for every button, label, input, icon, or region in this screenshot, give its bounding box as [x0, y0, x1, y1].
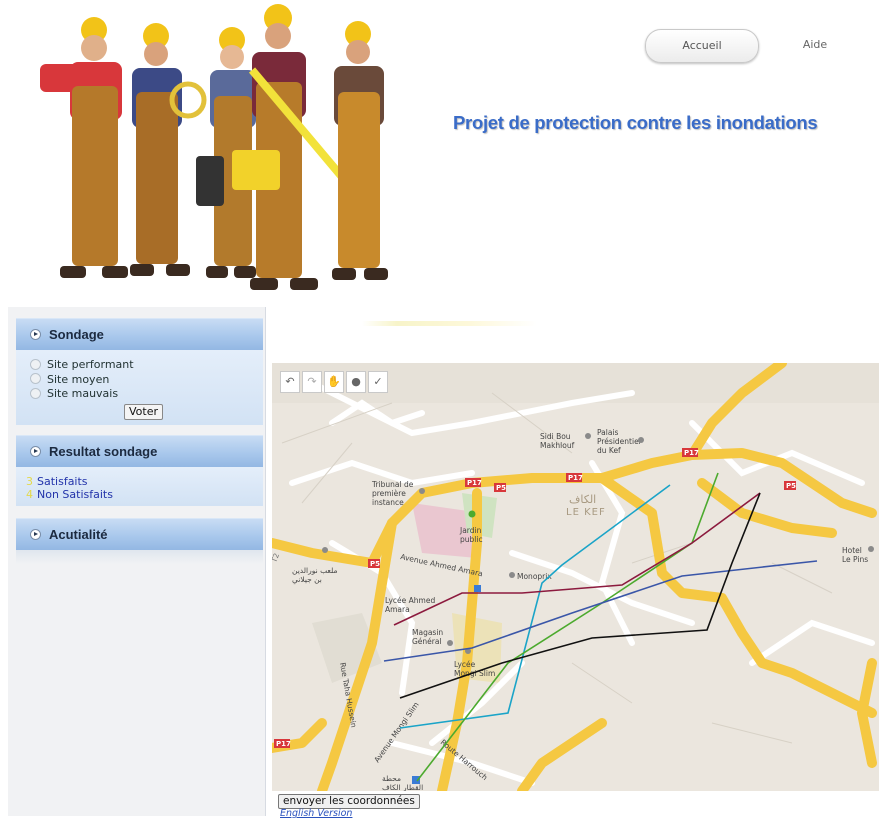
- worker-figure: [130, 23, 207, 276]
- resultat-title: Resultat sondage: [49, 444, 158, 459]
- nav-aide-link[interactable]: Aide: [790, 29, 840, 61]
- worker-figure: [40, 17, 128, 278]
- road-badge: P5: [786, 482, 796, 490]
- map-label-jardin: Jardin public: [459, 526, 483, 544]
- radio-icon[interactable]: [30, 387, 41, 399]
- sondage-title: Sondage: [49, 327, 104, 342]
- poll-option-label: Site performant: [47, 358, 134, 371]
- road-badge: P5: [496, 484, 506, 492]
- result-link-satisfaits[interactable]: Satisfaits: [37, 475, 88, 488]
- map-canvas[interactable]: P17 P5 P17 P17 P5 P17 P5 Sidi Bou Makhlou…: [272, 363, 879, 791]
- actualite-title: Acutialité: [49, 527, 108, 542]
- bullet-arrow-icon: [30, 529, 41, 541]
- road-badge: P17: [684, 449, 699, 457]
- road-badge: P17: [568, 474, 583, 482]
- sidebar: Sondage Site performant Site moyen Site …: [8, 307, 266, 816]
- actualite-header[interactable]: Acutialité: [16, 518, 263, 550]
- road-badge: P17: [467, 479, 482, 487]
- bullet-arrow-icon: [30, 446, 41, 458]
- resultat-header: Resultat sondage: [16, 435, 263, 467]
- result-row: 4 Non Satisfaits: [16, 488, 263, 501]
- radio-icon[interactable]: [30, 358, 41, 370]
- map-label-lekef: LE KEF: [566, 507, 606, 518]
- sondage-header: Sondage: [16, 318, 263, 350]
- english-version-link[interactable]: English Version: [280, 808, 352, 819]
- map-label-lekef-ar: الكاف: [569, 493, 596, 506]
- radio-icon[interactable]: [30, 373, 41, 384]
- page-title: Projet de protection contre les inondati…: [453, 112, 818, 133]
- result-row: 3 Satisfaits: [16, 475, 263, 488]
- poll-option-label: Site moyen: [47, 372, 110, 386]
- result-count: 3: [26, 475, 33, 488]
- poll-option[interactable]: Site moyen: [16, 373, 263, 388]
- send-coordinates-button[interactable]: envoyer les coordonnées: [278, 794, 420, 809]
- result-count: 4: [26, 488, 33, 501]
- worker-figure: [332, 21, 388, 280]
- line-draw-icon[interactable]: ✓: [368, 371, 388, 393]
- marker-pin-icon[interactable]: ●: [346, 371, 366, 393]
- poll-option[interactable]: Site performant: [16, 358, 263, 373]
- resultat-body: 3 Satisfaits 4 Non Satisfaits: [16, 467, 263, 506]
- map-label-magasin: Magasin Général: [412, 628, 443, 646]
- result-link-non-satisfaits[interactable]: Non Satisfaits: [37, 488, 113, 501]
- poll-option-label: Site mauvais: [47, 387, 119, 400]
- decorative-stripe: [362, 321, 537, 326]
- hero-workers-image: [20, 0, 400, 300]
- poll-option[interactable]: Site mauvais: [16, 387, 263, 402]
- map-toolbar: ↶ ↷ ✋ ● ✓: [280, 371, 388, 393]
- vote-button[interactable]: Voter: [124, 404, 164, 420]
- nav-accueil-button[interactable]: Accueil: [645, 29, 759, 63]
- map-label-sidi-bou: Sidi Bou Makhlouf: [540, 432, 575, 450]
- bullet-arrow-icon: [30, 329, 41, 341]
- road-badge: P5: [370, 560, 380, 568]
- redo-arrow-icon[interactable]: ↷: [302, 371, 322, 393]
- road-badge: P17: [276, 740, 291, 748]
- undo-arrow-icon[interactable]: ↶: [280, 371, 300, 393]
- map-label-monoprix: Monoprix: [517, 572, 552, 581]
- hand-pan-icon[interactable]: ✋: [324, 371, 344, 393]
- sondage-body: Site performant Site moyen Site mauvais …: [16, 350, 263, 425]
- actualite-body: [16, 550, 263, 564]
